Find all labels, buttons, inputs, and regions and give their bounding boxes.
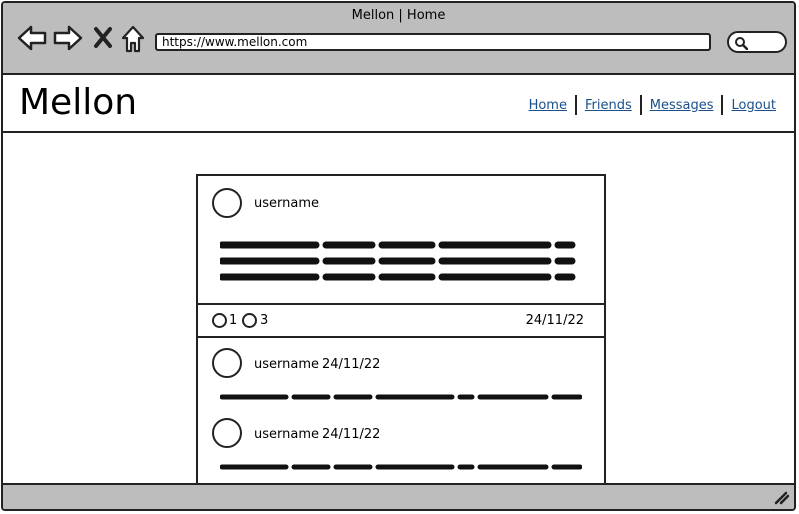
site-logo[interactable]: Mellon <box>19 81 137 125</box>
post-date: 24/11/22 <box>525 313 584 328</box>
divider <box>198 303 604 305</box>
post-username[interactable]: username <box>254 196 319 211</box>
search-icon <box>735 37 748 50</box>
back-arrow-icon[interactable] <box>17 25 47 51</box>
post-card: username 1 3 24/11/22 username 24/11/22 … <box>196 174 606 494</box>
like-icon[interactable] <box>212 313 227 328</box>
comment-count: 3 <box>260 313 269 328</box>
search-box[interactable] <box>727 31 787 53</box>
window-title: Mellon | Home <box>351 8 446 23</box>
nav-messages-link[interactable]: Messages <box>642 98 722 113</box>
comment-body-scribble <box>220 464 582 470</box>
comment-body-scribble <box>220 394 582 400</box>
comment-date: 24/11/22 <box>322 357 381 372</box>
address-bar[interactable]: https://www.mellon.com <box>155 33 711 51</box>
main-nav: Home Friends Messages Logout <box>521 95 784 115</box>
browser-toolbar: Mellon | Home https://www.mellon.com <box>3 3 794 75</box>
divider <box>198 336 604 338</box>
browser-window: Mellon | Home https://www.mellon.com Mel… <box>1 1 796 511</box>
nav-logout-link[interactable]: Logout <box>723 98 784 113</box>
status-bar <box>3 483 794 509</box>
comment-username[interactable]: username <box>254 357 319 372</box>
like-count: 1 <box>229 313 238 328</box>
comment-username[interactable]: username <box>254 427 319 442</box>
nav-friends-link[interactable]: Friends <box>577 98 640 113</box>
post-body-scribble <box>220 241 576 281</box>
home-icon[interactable] <box>120 25 146 53</box>
forward-arrow-icon[interactable] <box>53 25 83 51</box>
comment-icon[interactable] <box>242 313 257 328</box>
comment-avatar[interactable] <box>212 418 242 448</box>
close-icon[interactable] <box>93 25 113 51</box>
site-header: Mellon Home Friends Messages Logout <box>3 75 794 133</box>
nav-home-link[interactable]: Home <box>521 98 575 113</box>
comment-date: 24/11/22 <box>322 427 381 442</box>
comment-avatar[interactable] <box>212 348 242 378</box>
post-avatar[interactable] <box>212 188 242 218</box>
resize-grip-icon[interactable] <box>774 491 790 505</box>
